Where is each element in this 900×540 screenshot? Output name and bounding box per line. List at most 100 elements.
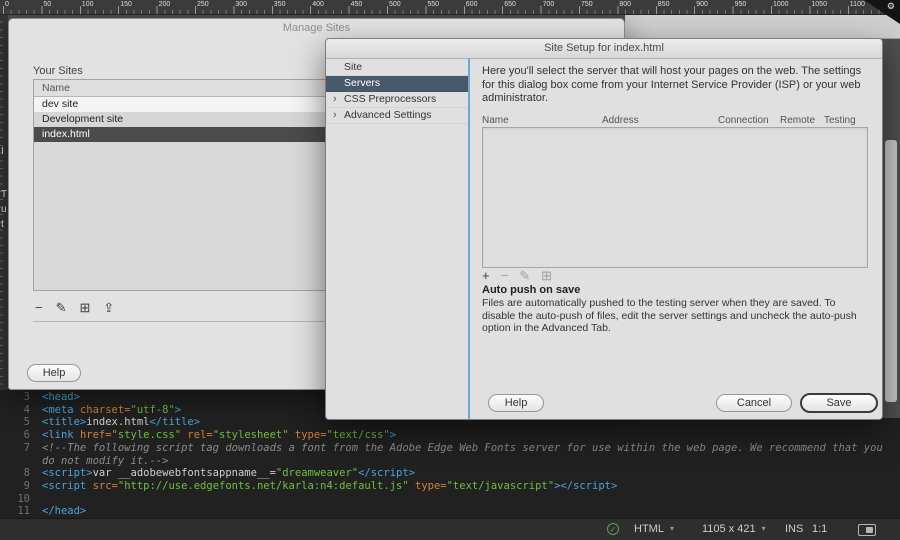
line-number	[0, 455, 42, 468]
document-text-fragment: I	[1, 146, 4, 157]
column-header: Connection	[718, 115, 780, 126]
edit-site-icon[interactable]: ✎	[56, 301, 67, 315]
ruler-tick-label: 100	[80, 1, 94, 8]
ruler-major-ticks	[3, 6, 900, 14]
ruler-tick-label: 700	[541, 1, 555, 8]
document-text-fragment: u	[1, 204, 7, 215]
status-bar: ✓ HTML▾ 1105 x 421▾ INS 1:1	[0, 518, 900, 540]
code-line[interactable]: 7<!--The following script tag downloads …	[0, 442, 900, 455]
site-setup-help-button[interactable]: Help	[488, 394, 544, 412]
code-token: type=	[415, 480, 447, 492]
servers-panel: Here you'll select the server that will …	[470, 59, 882, 419]
code-token: </head>	[42, 505, 86, 517]
code-token: <link	[42, 429, 80, 441]
ruler-tick-label: 650	[502, 1, 516, 8]
manage-sites-toolbar: −✎ ⊞ ⇪	[35, 301, 114, 315]
remove-site-icon[interactable]: −	[35, 301, 43, 315]
doctype-select[interactable]: HTML▾	[634, 523, 674, 535]
left-edge-fragments: ITut	[0, 14, 8, 390]
code-token: ></script>	[554, 480, 617, 492]
line-number: 7	[0, 442, 42, 455]
ruler-tick-label: 950	[733, 1, 747, 8]
auto-push-description: Files are automatically pushed to the te…	[482, 297, 858, 335]
line-number: 9	[0, 480, 42, 493]
gear-icon[interactable]: ⚙	[887, 1, 895, 12]
line-number: 8	[0, 467, 42, 480]
code-token: <head>	[42, 391, 80, 403]
code-token: </title>	[149, 416, 200, 428]
sidebar-item-label: Advanced Settings	[344, 109, 432, 121]
chevron-right-icon: ›	[333, 92, 337, 107]
cancel-button[interactable]: Cancel	[716, 394, 792, 412]
window-size-select[interactable]: 1105 x 421▾	[702, 523, 766, 535]
code-line[interactable]: 9<script src="http://use.edgefonts.net/k…	[0, 480, 900, 493]
column-header: Name	[482, 115, 602, 126]
ruler-tick-label: 500	[387, 1, 401, 8]
code-token: "dreamweaver"	[276, 467, 358, 479]
code-token: <!--The following script tag downloads a…	[42, 442, 883, 454]
column-header: Address	[602, 115, 718, 126]
code-token: "text/css"	[327, 429, 390, 441]
document-text-fragment: t	[1, 219, 4, 230]
code-token: <meta	[42, 404, 80, 416]
your-sites-label: Your Sites	[33, 65, 83, 77]
line-number: 4	[0, 404, 42, 417]
duplicate-site-icon[interactable]: ⊞	[80, 301, 91, 315]
code-token: "text/javascript"	[447, 480, 554, 492]
line-number: 5	[0, 416, 42, 429]
insert-mode-indicator: INS	[785, 523, 803, 535]
code-scrollbar-track[interactable]	[883, 38, 900, 418]
code-token: type=	[295, 429, 327, 441]
code-token: <script	[42, 480, 93, 492]
help-button[interactable]: Help	[27, 364, 81, 382]
ruler-tick-label: 450	[349, 1, 363, 8]
sidebar-item-servers[interactable]: Servers	[326, 76, 468, 92]
save-button[interactable]: Save	[800, 393, 878, 413]
site-setup-title: Site Setup for index.html	[326, 39, 882, 59]
lint-ok-icon: ✓	[607, 523, 619, 535]
servers-toolbar: +−✎ ⊞	[482, 269, 552, 283]
ruler-tick-label: 250	[195, 1, 209, 8]
edit-server-icon[interactable]: ✎	[519, 269, 530, 283]
code-token: index.html	[86, 416, 149, 428]
sidebar-item-css-preprocessors[interactable]: › CSS Preprocessors	[326, 92, 468, 108]
sidebar-item-site[interactable]: Site	[326, 60, 468, 76]
ruler-tick-label: 150	[118, 1, 132, 8]
duplicate-server-icon[interactable]: ⊞	[541, 269, 552, 283]
ruler-tick-label: 750	[579, 1, 593, 8]
code-token: href=	[80, 429, 112, 441]
servers-table[interactable]	[482, 127, 868, 268]
sidebar-item-label: CSS Preprocessors	[344, 93, 436, 105]
ruler-tick-label: 50	[41, 1, 51, 8]
add-server-icon[interactable]: +	[482, 269, 490, 283]
manage-sites-title: Manage Sites	[9, 19, 624, 37]
code-line[interactable]: 8<script>var __adobewebfontsappname__="d…	[0, 467, 900, 480]
device-preview-icon[interactable]	[858, 524, 876, 536]
doctype-label: HTML	[634, 523, 664, 535]
scrollbar-thumb[interactable]	[885, 140, 897, 402]
code-token: "stylesheet"	[213, 429, 289, 441]
column-header: Remote	[780, 115, 824, 126]
code-token: do not modify it.-->	[42, 455, 168, 467]
ruler-tick-label: 800	[617, 1, 631, 8]
site-setup-body: Site Servers › CSS Preprocessors ›Advanced S…	[326, 59, 882, 419]
code-line[interactable]: 10	[0, 493, 900, 506]
ruler-tick-label: 300	[233, 1, 247, 8]
ruler-tick-label: 400	[310, 1, 324, 8]
cursor-position: 1:1	[812, 523, 827, 535]
sidebar-item-label: Servers	[344, 77, 380, 89]
code-token: <title>	[42, 416, 86, 428]
code-line[interactable]: do not modify it.-->	[0, 455, 900, 468]
export-site-icon[interactable]: ⇪	[103, 301, 114, 315]
document-toolbar-strip	[625, 14, 900, 39]
sidebar-item-advanced-settings[interactable]: ›Advanced Settings	[326, 108, 468, 124]
ruler-tick-label: 550	[425, 1, 439, 8]
code-line[interactable]: 6<link href="style.css" rel="stylesheet"…	[0, 429, 900, 442]
ruler-tick-label: 1000	[771, 1, 789, 8]
code-line[interactable]: 11</head>	[0, 505, 900, 518]
remove-server-icon[interactable]: −	[501, 269, 509, 283]
horizontal-ruler: 0501001502002503003504004505005506006507…	[0, 0, 900, 15]
ruler-tick-label: 850	[656, 1, 670, 8]
sidebar-item-label: Site	[344, 61, 362, 73]
code-token: <script>	[42, 467, 93, 479]
